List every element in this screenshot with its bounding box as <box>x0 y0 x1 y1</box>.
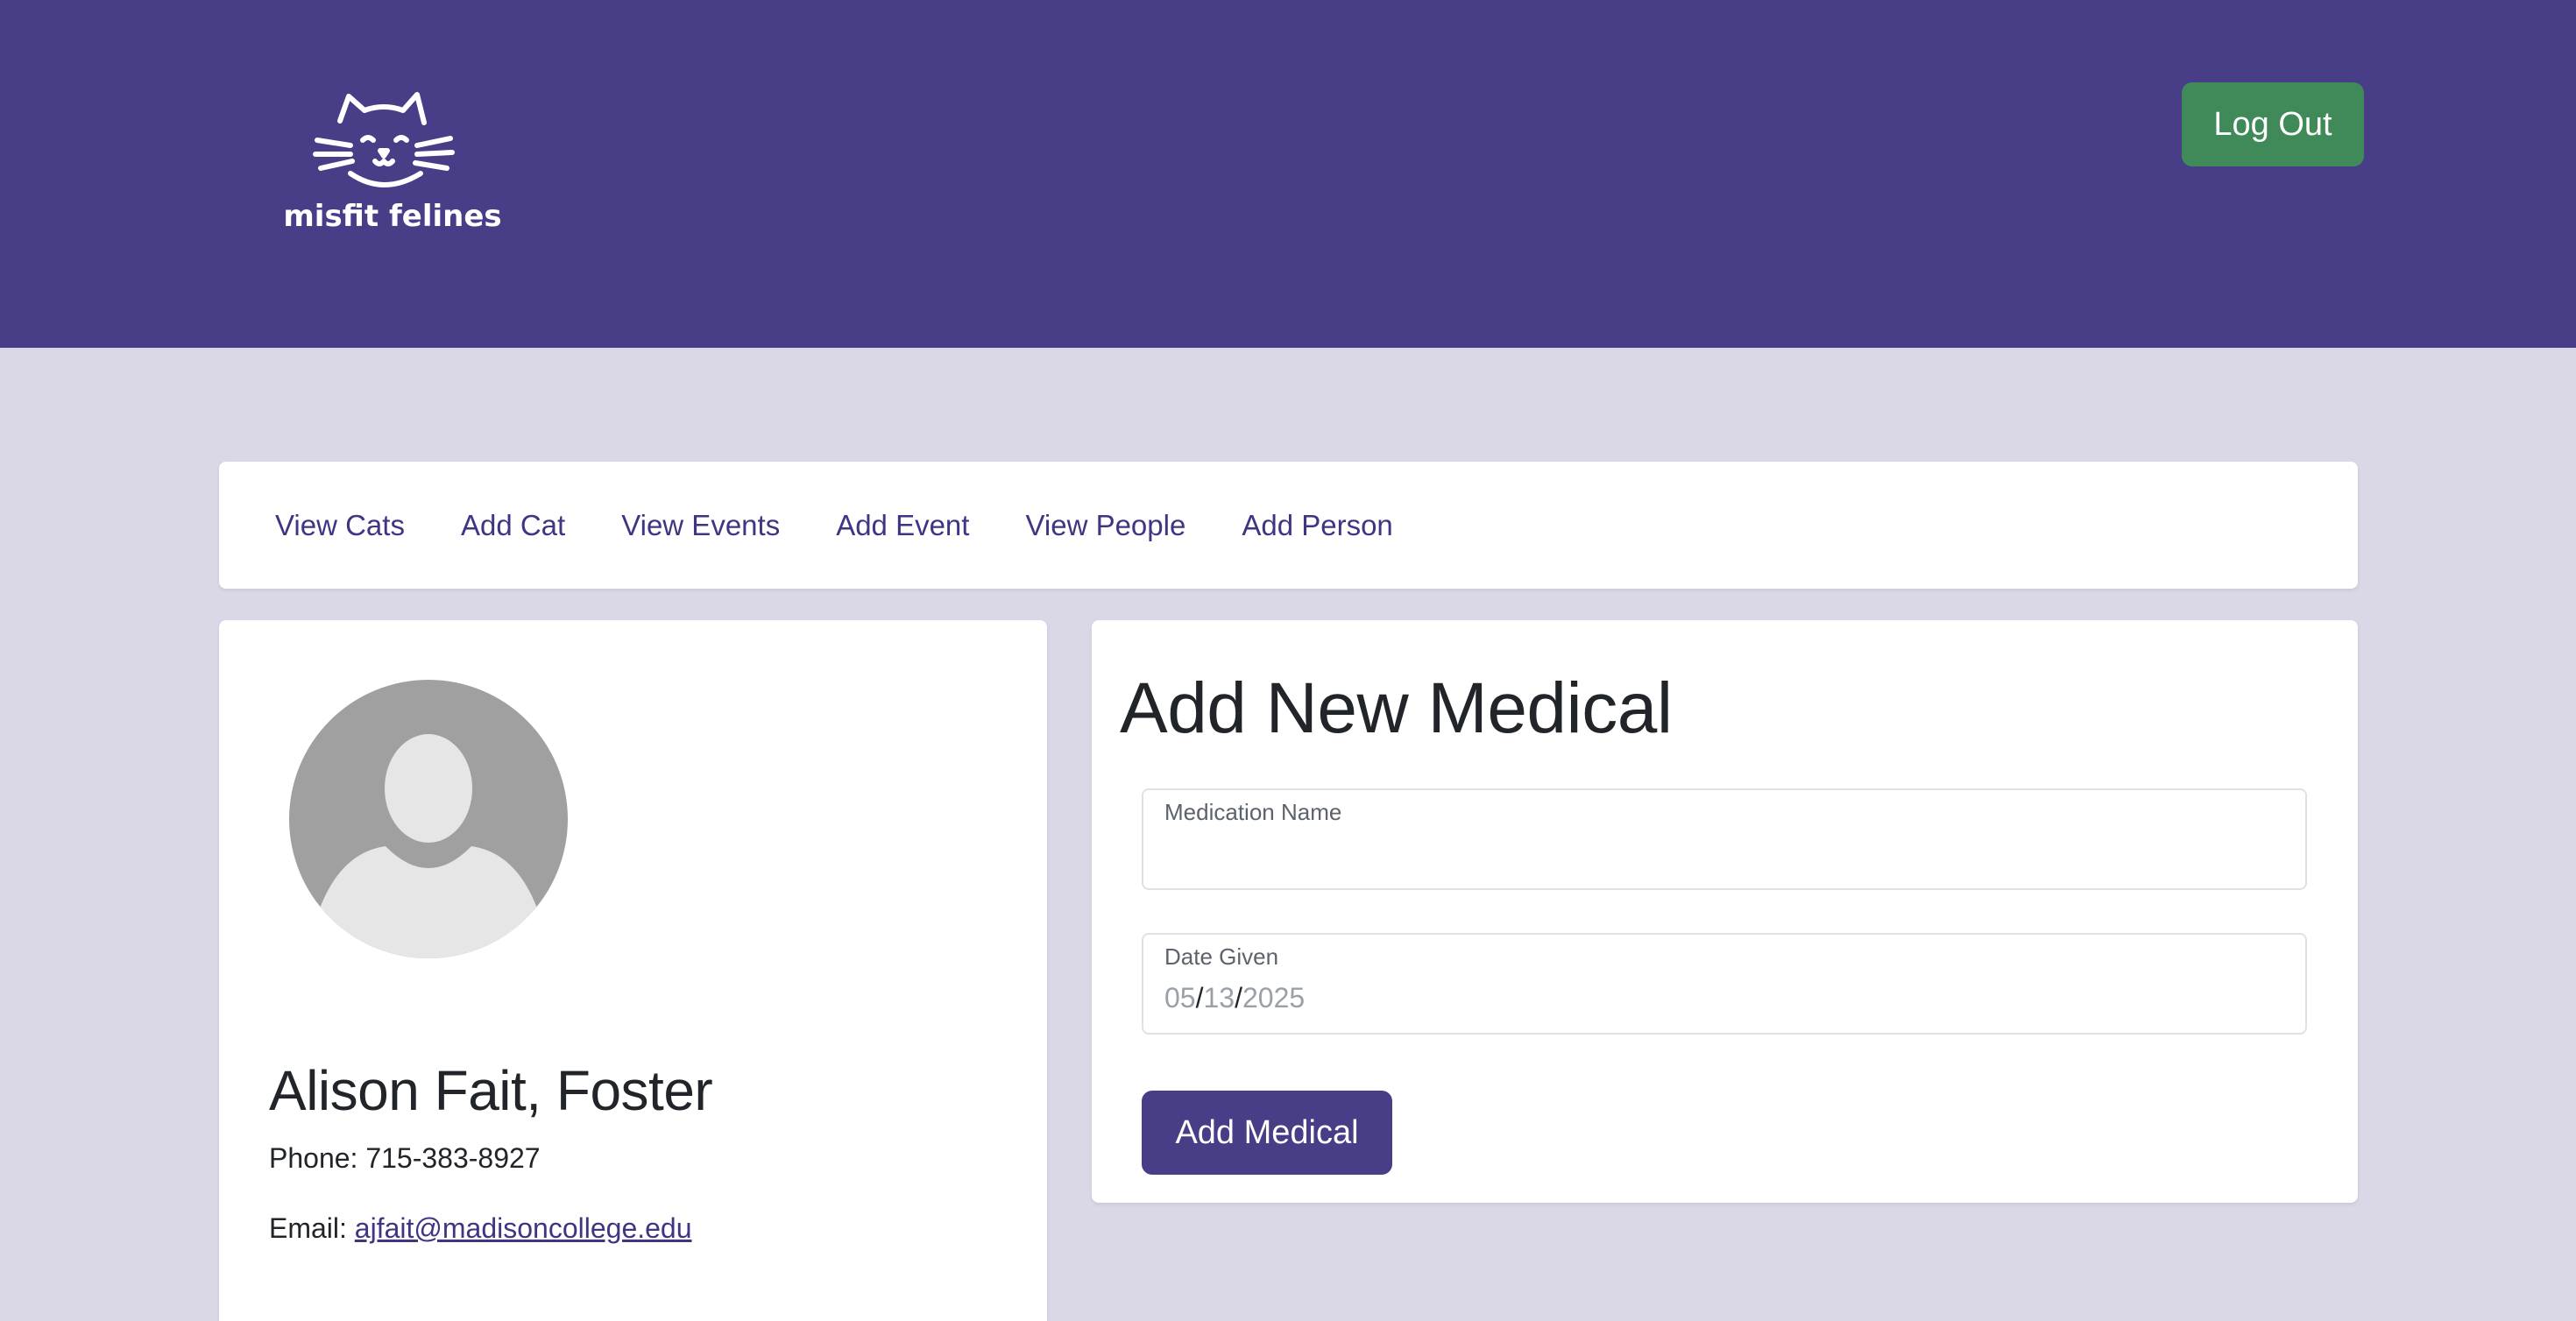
date-given-field[interactable]: Date Given 05 / 13 / 2025 <box>1142 933 2307 1035</box>
logo-text: misfit felines <box>283 199 501 234</box>
email-label: Email: <box>269 1212 347 1244</box>
logout-button[interactable]: Log Out <box>2182 82 2364 166</box>
nav-add-person[interactable]: Add Person <box>1242 509 1392 542</box>
person-profile-card: Alison Fait, Foster Phone: 715-383-8927 … <box>219 620 1047 1321</box>
date-month[interactable]: 05 <box>1164 982 1196 1014</box>
date-year[interactable]: 2025 <box>1242 982 1305 1014</box>
nav-add-event[interactable]: Add Event <box>836 509 969 542</box>
person-name: Alison Fait, Foster <box>269 1059 713 1122</box>
medication-name-input[interactable] <box>1164 836 2277 879</box>
email-link[interactable]: ajfait@madisoncollege.edu <box>355 1212 692 1244</box>
nav-view-cats[interactable]: View Cats <box>275 509 405 542</box>
form-title: Add New Medical <box>1120 668 1673 748</box>
person-email: Email: ajfait@madisoncollege.edu <box>269 1212 692 1245</box>
user-placeholder-icon <box>289 680 568 958</box>
nav-view-events[interactable]: View Events <box>621 509 780 542</box>
site-header: misfit felines Log Out <box>0 0 2576 348</box>
phone-label: Phone: <box>269 1142 358 1174</box>
cat-logo-icon: misfit felines <box>283 92 502 234</box>
date-given-input[interactable]: 05 / 13 / 2025 <box>1164 982 1305 1014</box>
main-nav: View Cats Add Cat View Events Add Event … <box>219 462 2358 589</box>
date-given-label: Date Given <box>1164 943 1279 970</box>
medication-name-label: Medication Name <box>1164 799 1342 825</box>
date-separator: / <box>1195 982 1204 1014</box>
medication-name-field[interactable]: Medication Name <box>1142 788 2307 890</box>
date-separator: / <box>1235 982 1242 1014</box>
phone-value: 715-383-8927 <box>365 1142 541 1174</box>
person-phone: Phone: 715-383-8927 <box>269 1142 541 1175</box>
date-day[interactable]: 13 <box>1203 982 1235 1014</box>
add-medical-button[interactable]: Add Medical <box>1142 1091 1392 1175</box>
nav-view-people[interactable]: View People <box>1025 509 1185 542</box>
nav-add-cat[interactable]: Add Cat <box>461 509 565 542</box>
misfit-felines-logo[interactable]: misfit felines <box>279 88 506 238</box>
add-medical-form: Add New Medical Medication Name Date Giv… <box>1092 620 2358 1203</box>
